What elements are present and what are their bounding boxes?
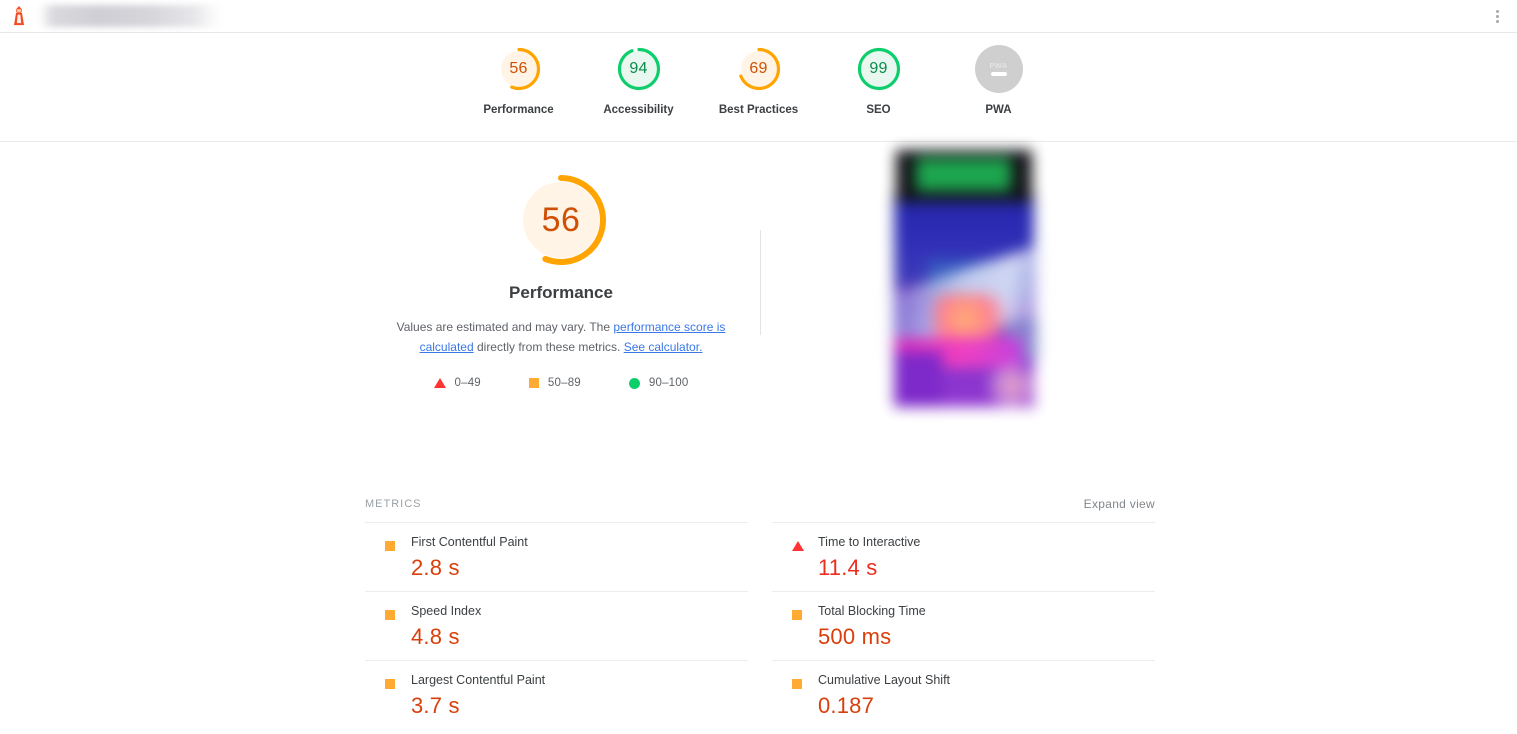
- performance-score-value: 56: [541, 200, 581, 239]
- pwa-badge-text: PWA: [989, 60, 1008, 70]
- performance-inner: 56 Performance Values are estimated and …: [365, 142, 1155, 492]
- score-label-accessibility: Accessibility: [603, 104, 674, 116]
- gauge-performance-small: 56: [495, 45, 543, 93]
- metrics-column-left: First Contentful Paint 2.8 s Speed Index…: [365, 522, 748, 729]
- metric-row-first-contentful-paint[interactable]: First Contentful Paint 2.8 s: [365, 522, 748, 591]
- see-calculator-link[interactable]: See calculator.: [624, 340, 703, 354]
- score-label-best-practices: Best Practices: [718, 104, 799, 116]
- browser-toolbar: [0, 0, 1517, 33]
- metrics-column-right: Time to Interactive 11.4 s Total Blockin…: [772, 522, 1155, 729]
- square-icon: [792, 679, 802, 689]
- score-summary-strip: 56 Performance 94 Accessibility 69 Best …: [0, 33, 1517, 142]
- gauge-best-practices-small: 69: [735, 45, 783, 93]
- score-item-best-practices[interactable]: 69 Best Practices: [719, 45, 798, 116]
- legend-label-poor: 0–49: [454, 377, 481, 389]
- screenshot-image-blurred: [888, 142, 1040, 407]
- url-field-blurred[interactable]: [39, 5, 219, 27]
- square-icon: [385, 610, 395, 620]
- legend-item-good: 90–100: [628, 377, 689, 389]
- pwa-dash-icon: [990, 72, 1007, 77]
- score-item-pwa[interactable]: PWA PWA: [972, 45, 1026, 116]
- triangle-icon: [792, 541, 804, 551]
- square-icon: [792, 610, 802, 620]
- score-item-accessibility[interactable]: 94 Accessibility: [603, 45, 674, 116]
- gauge-seo-small: 99: [855, 45, 903, 93]
- triangle-icon: [433, 378, 446, 388]
- metric-name: Largest Contentful Paint: [411, 673, 546, 687]
- score-value-seo: 99: [869, 60, 888, 77]
- page-screenshot-thumbnail: [878, 142, 1050, 432]
- performance-section: 56 Performance Values are estimated and …: [0, 142, 1517, 492]
- score-label-pwa: PWA: [985, 104, 1012, 116]
- metric-row-speed-index[interactable]: Speed Index 4.8 s: [365, 591, 748, 660]
- gauge-accessibility-small: 94: [615, 45, 663, 93]
- metric-value: 0.187: [818, 693, 875, 718]
- score-item-seo[interactable]: 99 SEO: [852, 45, 906, 116]
- toolbar-actions: [1477, 0, 1517, 33]
- square-icon: [385, 679, 395, 689]
- score-legend: 0–49 50–89 90–100: [365, 377, 757, 389]
- desc-text-part1: Values are estimated and may vary. The: [396, 320, 614, 334]
- metric-name: Speed Index: [411, 604, 482, 618]
- gauge-performance-large: 56: [511, 170, 611, 270]
- desc-text-part2: directly from these metrics.: [473, 340, 624, 354]
- score-value-performance: 56: [509, 60, 528, 77]
- kebab-menu-icon[interactable]: [1489, 9, 1505, 25]
- performance-description: Values are estimated and may vary. The p…: [396, 317, 726, 357]
- legend-label-average: 50–89: [547, 377, 581, 389]
- legend-item-poor: 0–49: [433, 377, 481, 389]
- lighthouse-icon: [14, 6, 24, 26]
- score-label-seo: SEO: [866, 104, 891, 116]
- square-icon: [528, 378, 539, 388]
- metric-row-time-to-interactive[interactable]: Time to Interactive 11.4 s: [772, 522, 1155, 591]
- metric-name: Time to Interactive: [818, 535, 921, 549]
- square-icon: [385, 541, 395, 551]
- score-item-performance[interactable]: 56 Performance: [483, 45, 554, 116]
- metric-name: Total Blocking Time: [818, 604, 926, 618]
- performance-category-title: Performance: [509, 283, 613, 302]
- metrics-header: METRICS Expand view: [365, 492, 1155, 516]
- score-gauge-list: 56 Performance 94 Accessibility 69 Best …: [0, 33, 1517, 116]
- score-value-best-practices: 69: [749, 60, 768, 77]
- metric-value: 3.7 s: [411, 693, 460, 718]
- score-value-accessibility: 94: [629, 60, 648, 77]
- expand-view-button[interactable]: Expand view: [1084, 497, 1155, 511]
- metrics-title: METRICS: [365, 498, 422, 510]
- score-label-performance: Performance: [483, 104, 554, 116]
- metric-value: 11.4 s: [818, 555, 878, 580]
- legend-item-average: 50–89: [528, 377, 581, 389]
- metrics-section: METRICS Expand view First Contentful Pai…: [365, 492, 1155, 729]
- pwa-badge-icon: PWA: [974, 45, 1023, 93]
- section-vertical-divider: [760, 230, 761, 335]
- metric-value: 2.8 s: [411, 555, 460, 580]
- performance-summary: 56 Performance Values are estimated and …: [365, 170, 757, 389]
- metric-name: Cumulative Layout Shift: [818, 673, 951, 687]
- metric-value: 4.8 s: [411, 624, 460, 649]
- metric-row-total-blocking-time[interactable]: Total Blocking Time 500 ms: [772, 591, 1155, 660]
- legend-label-good: 90–100: [648, 377, 689, 389]
- metric-value: 500 ms: [818, 624, 892, 649]
- metric-row-largest-contentful-paint[interactable]: Largest Contentful Paint 3.7 s: [365, 660, 748, 729]
- circle-icon: [628, 377, 640, 389]
- metric-row-cumulative-layout-shift[interactable]: Cumulative Layout Shift 0.187: [772, 660, 1155, 729]
- metric-name: First Contentful Paint: [411, 535, 528, 549]
- metrics-columns: First Contentful Paint 2.8 s Speed Index…: [365, 522, 1155, 729]
